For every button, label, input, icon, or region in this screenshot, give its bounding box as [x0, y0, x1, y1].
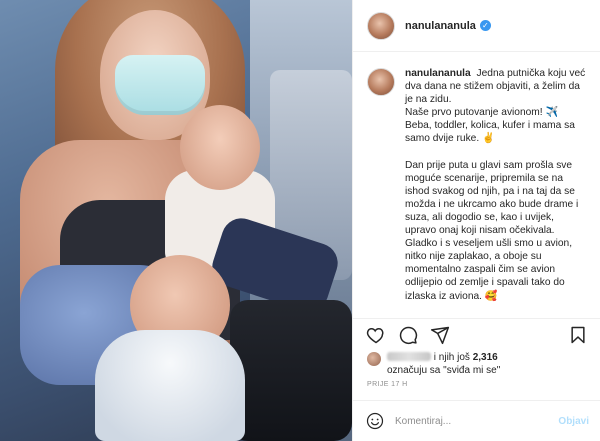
- like-button[interactable]: [365, 324, 387, 346]
- verified-badge-icon: ✓: [479, 20, 491, 31]
- comments-area: nanulananula Jedna putnička koju već dva…: [353, 53, 600, 316]
- heart-icon: [366, 327, 384, 343]
- toddler-head: [180, 105, 260, 190]
- action-bar: [353, 318, 600, 350]
- post-header: nanulananula ✓: [353, 0, 600, 52]
- comment-bar: Objavi: [353, 400, 600, 441]
- caption-text: nanulananula Jedna putnička koju već dva…: [405, 67, 587, 303]
- likes-summary: i njih još 2,316 označuju sa "sviđa mi s…: [367, 351, 595, 377]
- likes-prefix: i njih još: [433, 352, 470, 363]
- liker-avatar[interactable]: [367, 352, 381, 366]
- caption-line: Naše prvo putovanje avionom! ✈️: [405, 107, 559, 119]
- avatar[interactable]: [367, 11, 395, 40]
- comment-icon: [399, 326, 418, 344]
- header-username[interactable]: nanulananula: [405, 20, 476, 32]
- post-comment-button[interactable]: Objavi: [558, 416, 589, 427]
- caption-paragraph: Dan prije puta u glavi sam prošla sve mo…: [405, 159, 579, 302]
- liker-name-blurred: [387, 352, 431, 361]
- bag: [230, 300, 352, 441]
- emoji-button[interactable]: [365, 411, 385, 431]
- face-mask: [115, 55, 205, 115]
- share-icon: [430, 326, 450, 344]
- comment-input[interactable]: [395, 415, 551, 427]
- likes-suffix: označuju sa "sviđa mi se": [387, 365, 501, 376]
- comment-button[interactable]: [397, 324, 419, 346]
- plush-toy: [95, 330, 245, 441]
- post-timestamp[interactable]: PRIJE 17 H: [367, 381, 408, 388]
- post-photo[interactable]: [0, 0, 352, 441]
- share-button[interactable]: [429, 324, 451, 346]
- caption-username[interactable]: nanulananula: [405, 68, 471, 79]
- caption-avatar[interactable]: [367, 68, 395, 96]
- save-button[interactable]: [567, 324, 589, 346]
- post-side-panel: nanulananula ✓ nanulananula Jedna putnič…: [352, 0, 600, 441]
- caption-line: Beba, toddler, kolica, kufer i mama sa s…: [405, 120, 575, 145]
- bookmark-icon: [571, 326, 585, 343]
- caption: nanulananula Jedna putnička koju već dva…: [367, 67, 587, 303]
- likes-count: 2,316: [472, 352, 498, 363]
- likes-text[interactable]: i njih još 2,316 označuju sa "sviđa mi s…: [387, 351, 500, 377]
- smiley-icon: [366, 412, 384, 430]
